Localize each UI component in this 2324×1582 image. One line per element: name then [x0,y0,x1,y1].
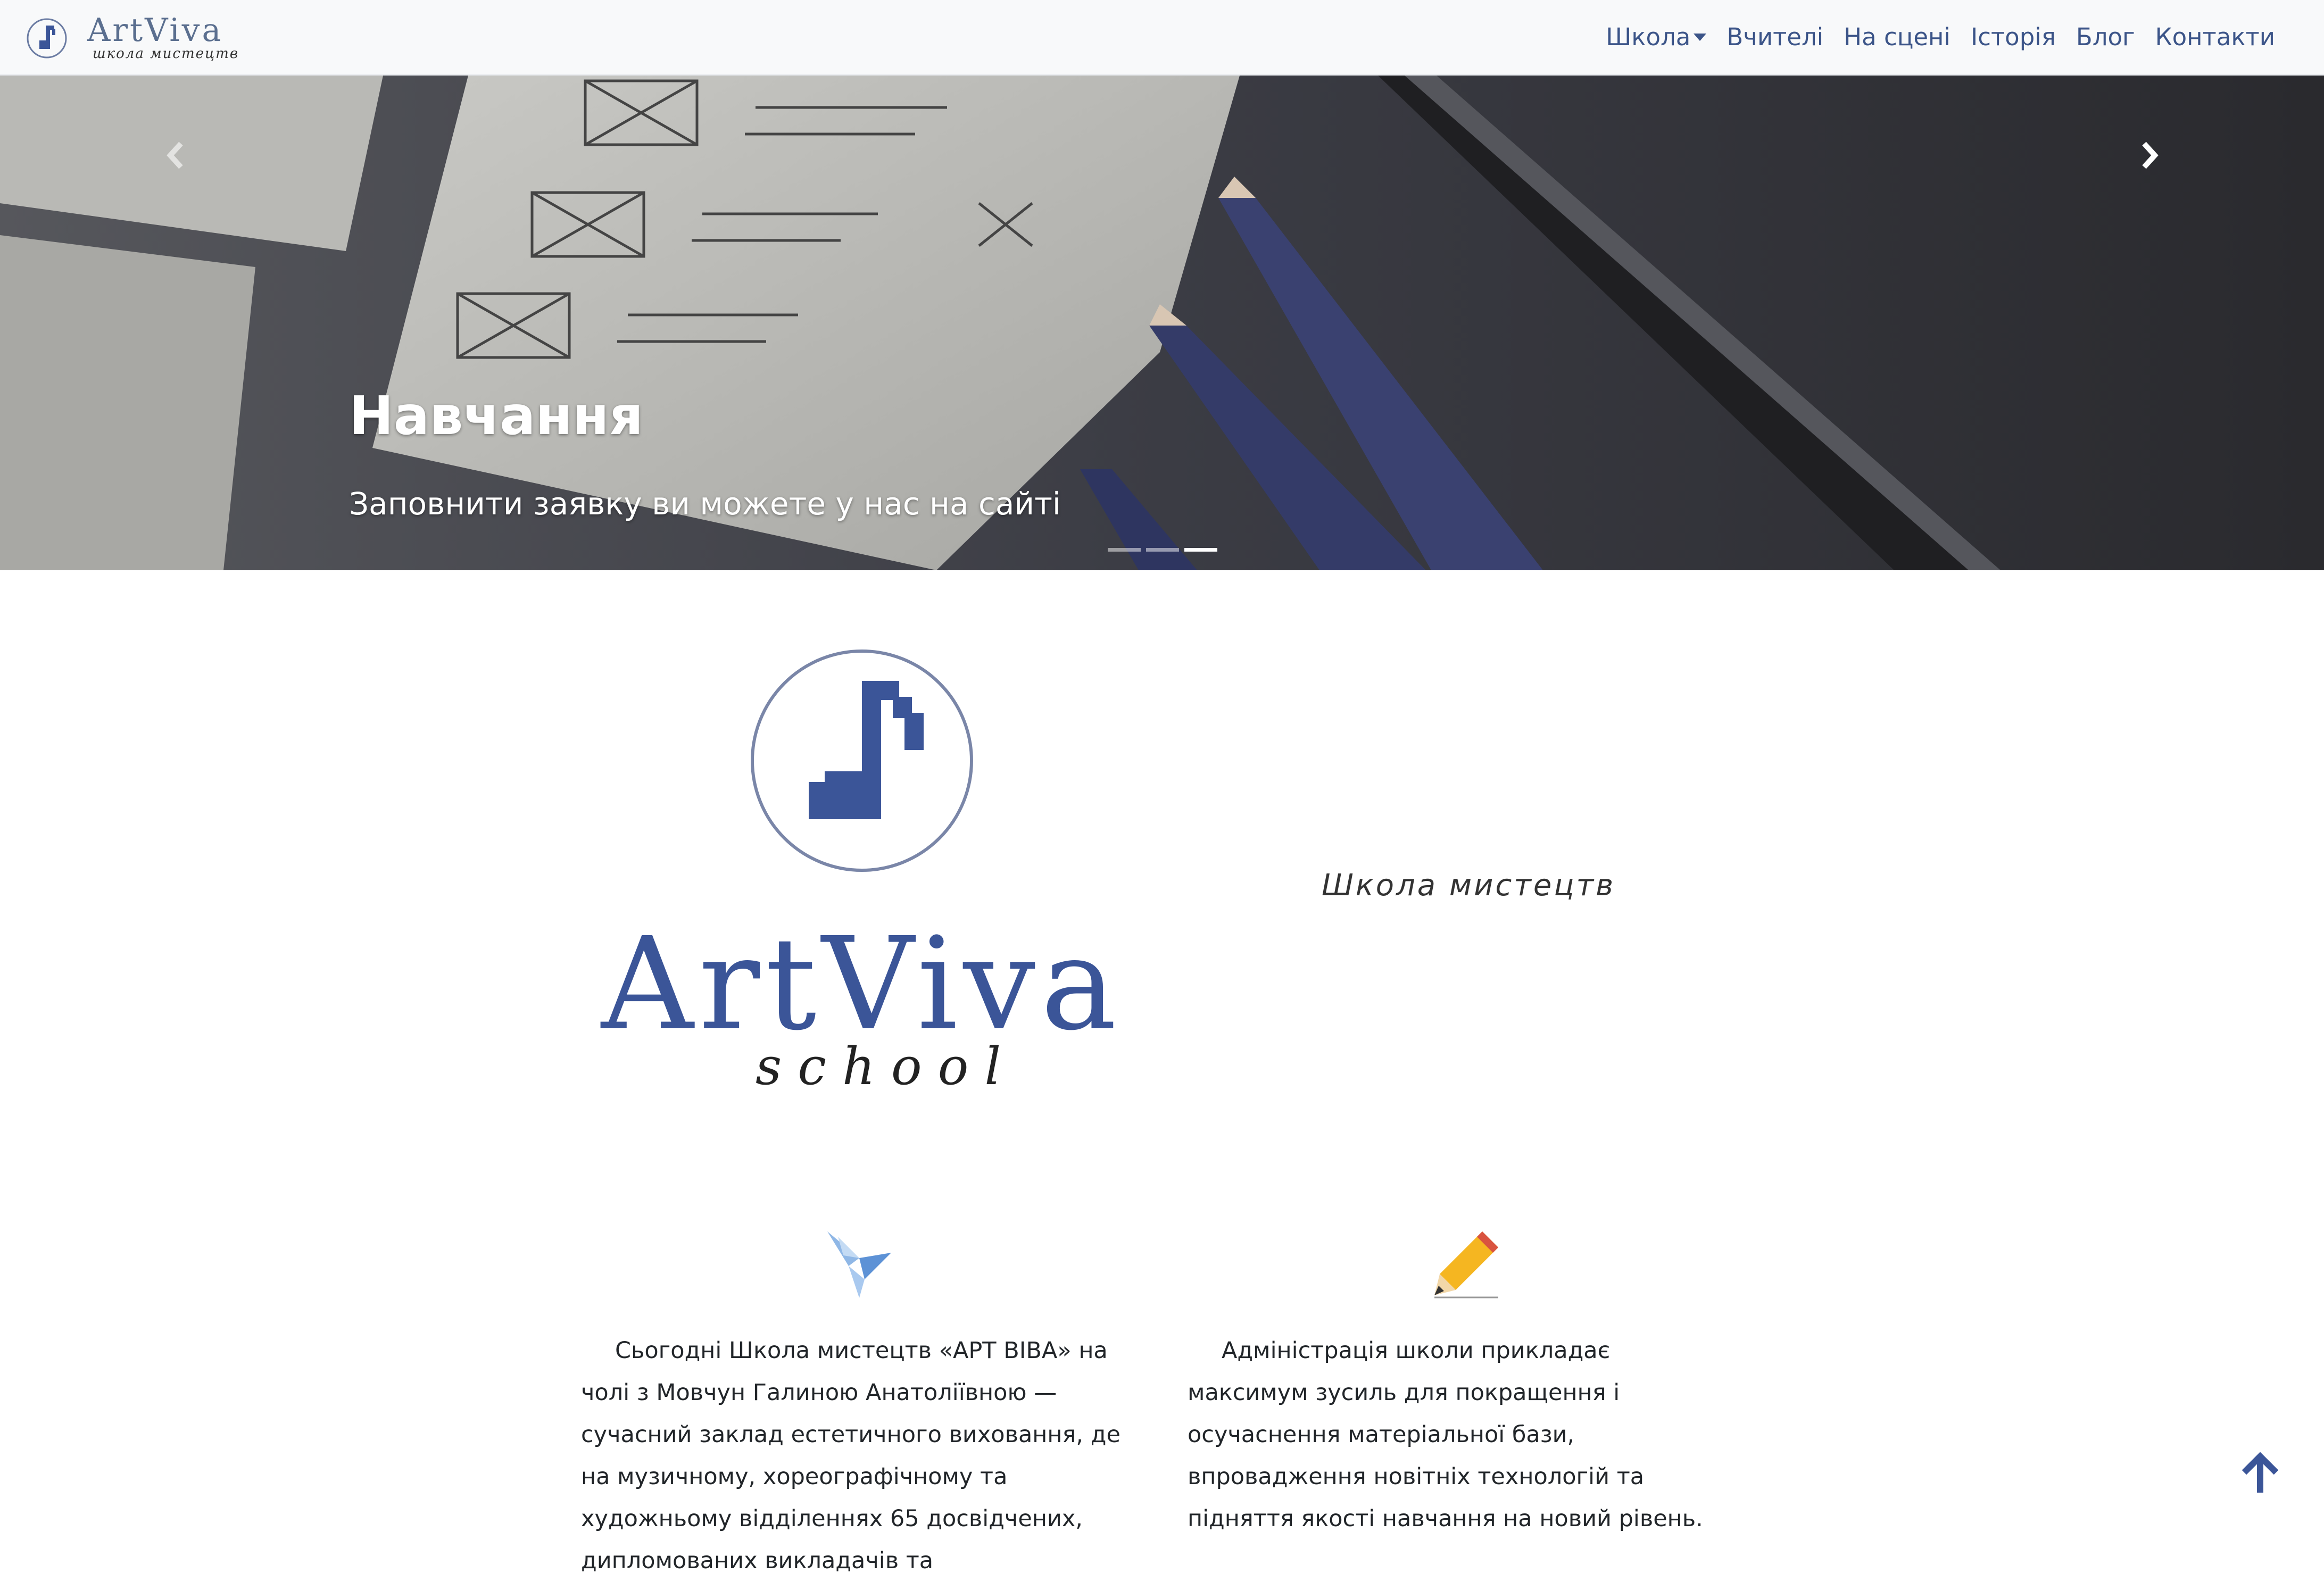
school-tagline: Школа мистецтв [1322,868,1616,903]
music-note-logo-icon [751,650,973,872]
slide-title: Навчання [349,385,643,447]
chevron-left-icon [167,141,183,169]
brand-name: ArtViva [87,12,223,49]
nav-item-teachers[interactable]: Вчителі [1727,21,1823,53]
logo-subtitle: school [756,1037,1017,1096]
hero-carousel: Навчання Заповнити заявку ви можете у на… [0,76,2324,570]
carousel-next-button[interactable] [2123,129,2176,182]
nav-item-on-stage[interactable]: На сцені [1844,21,1950,53]
caret-down-icon [1694,34,1707,41]
pencil-icon [1434,1231,1498,1298]
logo-wordmark: ArtViva [601,910,1123,1059]
carousel-prev-button[interactable] [149,129,202,182]
slide-caption: Заповнити заявку ви можете у нас на сайт… [349,486,1061,522]
navbar: ArtViva школа мистецтв Школа Вчителі На … [0,0,2324,76]
nav-item-history[interactable]: Історія [1971,21,2056,53]
nav-item-contacts[interactable]: Контакти [2155,21,2275,53]
nav-menu: Школа Вчителі На сцені Історія Блог Конт… [1586,21,2275,53]
brand-link[interactable]: ArtViva школа мистецтв [26,12,238,65]
nav-item-school-label: Школа [1606,23,1691,51]
feature-text-1: Сьогодні Школа мистецтв «АРТ ВІВА» на чо… [581,1337,1120,1574]
carousel-indicator-2[interactable] [1146,548,1179,552]
arrow-up-icon [2242,1452,2279,1493]
origami-bird-icon [827,1231,891,1298]
chevron-right-icon [2142,141,2159,169]
brand-subtitle: школа мистецтв [93,46,239,62]
back-to-top-button[interactable] [2238,1451,2282,1496]
music-note-icon [27,18,67,59]
feature-text-2: Адміністрація школи прикладає максимум з… [1188,1337,1703,1532]
nav-item-school[interactable]: Школа [1606,21,1707,53]
carousel-indicator-1[interactable] [1108,548,1141,552]
nav-item-blog[interactable]: Блог [2076,21,2135,53]
carousel-indicators [1108,548,1223,552]
carousel-indicator-3[interactable] [1184,548,1217,552]
